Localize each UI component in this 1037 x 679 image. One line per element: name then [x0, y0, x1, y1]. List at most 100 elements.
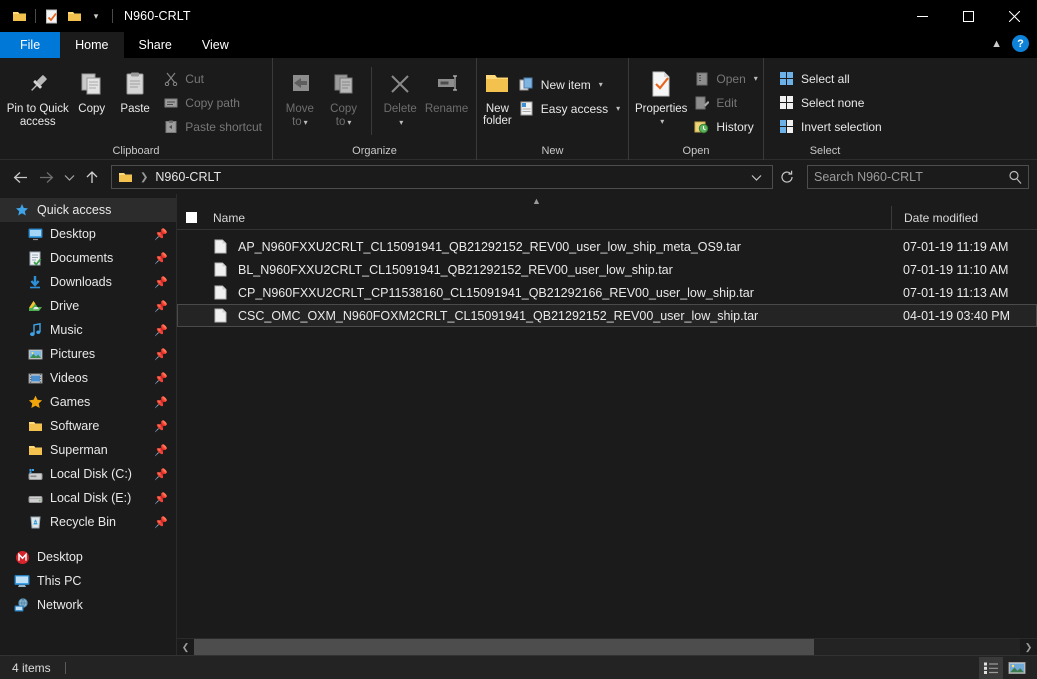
pin-icon[interactable]: 📌	[154, 252, 168, 265]
tab-share[interactable]: Share	[124, 32, 187, 58]
cut-button[interactable]: Cut	[158, 67, 266, 90]
file-name-cell[interactable]: AP_N960FXXU2CRLT_CL15091941_QB21292152_R…	[206, 239, 891, 254]
move-to-button[interactable]: Move to ▾	[279, 63, 321, 129]
checkbox-icon[interactable]	[185, 212, 197, 223]
easy-access-button[interactable]: Easy access ▾	[514, 97, 624, 120]
table-row[interactable]: BL_N960FXXU2CRLT_CL15091941_QB21292152_R…	[177, 258, 1037, 281]
pin-icon[interactable]: 📌	[154, 516, 168, 529]
folder-icon[interactable]	[8, 5, 30, 27]
breadcrumb[interactable]: ❯ N960-CRLT	[111, 165, 773, 189]
pin-icon[interactable]: 📌	[154, 348, 168, 361]
table-row[interactable]: CP_N960FXXU2CRLT_CP11538160_CL15091941_Q…	[177, 281, 1037, 304]
table-row[interactable]: CSC_OMC_OXM_N960FOXM2CRLT_CL15091941_QB2…	[177, 304, 1037, 327]
sidebar-item-label: Music	[50, 323, 83, 337]
sidebar-item-recycle-bin[interactable]: Recycle Bin 📌	[0, 510, 176, 534]
select-none-button[interactable]: Select none	[774, 91, 886, 114]
file-name-cell[interactable]: CSC_OMC_OXM_N960FOXM2CRLT_CL15091941_QB2…	[206, 308, 891, 323]
pin-icon[interactable]: 📌	[154, 492, 168, 505]
scrollbar-thumb[interactable]	[194, 638, 814, 656]
close-icon[interactable]	[991, 0, 1037, 32]
sidebar-item-games[interactable]: Games 📌	[0, 390, 176, 414]
sidebar-item-videos[interactable]: Videos 📌	[0, 366, 176, 390]
sidebar-item-quick-access[interactable]: Quick access	[0, 198, 176, 222]
tab-view[interactable]: View	[187, 32, 244, 58]
select-all-button[interactable]: Select all	[774, 67, 886, 90]
properties-check-icon[interactable]	[41, 5, 63, 27]
sidebar-item-drive[interactable]: Drive 📌	[0, 294, 176, 318]
invert-selection-button[interactable]: Invert selection	[774, 115, 886, 138]
sidebar-item-desktop[interactable]: Desktop 📌	[0, 222, 176, 246]
breadcrumb-dropdown-icon[interactable]	[746, 165, 766, 189]
details-view-icon[interactable]	[979, 657, 1003, 679]
navigation-pane[interactable]: Quick access Desktop 📌 Documents 📌 Downl…	[0, 194, 177, 655]
forward-button[interactable]	[34, 165, 58, 189]
rename-button[interactable]: Rename	[423, 63, 470, 116]
pin-icon[interactable]: 📌	[154, 444, 168, 457]
sidebar-item-pictures[interactable]: Pictures 📌	[0, 342, 176, 366]
recent-locations-button[interactable]	[60, 165, 78, 189]
open-button[interactable]: Open ▾	[689, 67, 761, 90]
new-folder-button[interactable]: New folder	[483, 63, 512, 127]
tab-file[interactable]: File	[0, 32, 61, 58]
tab-home[interactable]: Home	[60, 32, 124, 58]
open-group-label: Open	[682, 145, 710, 157]
sidebar-item-music[interactable]: Music 📌	[0, 318, 176, 342]
horizontal-scrollbar[interactable]: ❮ ❯	[177, 638, 1037, 656]
sidebar-item-label: Local Disk (C:)	[50, 467, 132, 481]
sidebar-item-label: Recycle Bin	[50, 515, 116, 529]
pin-icon[interactable]: 📌	[154, 228, 168, 241]
new-folder-icon[interactable]	[63, 5, 85, 27]
paste-shortcut-button[interactable]: Paste shortcut	[158, 115, 266, 138]
search-input[interactable]	[814, 170, 1008, 184]
search-box[interactable]	[807, 165, 1029, 189]
delete-button[interactable]: Delete ▾	[379, 63, 421, 129]
back-button[interactable]	[8, 165, 32, 189]
scrollbar-track[interactable]	[194, 638, 1020, 656]
pin-icon[interactable]: 📌	[154, 396, 168, 409]
chevron-left-icon[interactable]: ❮	[177, 639, 194, 656]
chevron-up-icon[interactable]: ▲	[991, 38, 1002, 50]
pin-to-quick-access-button[interactable]: Pin to Quick access	[6, 63, 69, 129]
file-name-text: CP_N960FXXU2CRLT_CP11538160_CL15091941_Q…	[238, 285, 754, 300]
sidebar-item-downloads[interactable]: Downloads 📌	[0, 270, 176, 294]
new-item-button[interactable]: New item ▾	[514, 73, 624, 96]
minimize-icon[interactable]	[899, 0, 945, 32]
sidebar-item-documents[interactable]: Documents 📌	[0, 246, 176, 270]
file-name-cell[interactable]: BL_N960FXXU2CRLT_CL15091941_QB21292152_R…	[206, 262, 891, 277]
copy-to-button[interactable]: Copy to ▾	[323, 63, 365, 129]
history-button[interactable]: History	[689, 115, 761, 138]
pin-icon[interactable]: 📌	[154, 372, 168, 385]
sidebar-item-superman[interactable]: Superman 📌	[0, 438, 176, 462]
edit-button[interactable]: Edit	[689, 91, 761, 114]
help-button[interactable]: ?	[1012, 35, 1029, 52]
refresh-icon[interactable]	[775, 165, 799, 189]
search-icon[interactable]	[1008, 170, 1022, 184]
column-header-date-modified[interactable]: Date modified	[892, 211, 1037, 225]
pin-icon[interactable]: 📌	[154, 468, 168, 481]
maximize-icon[interactable]	[945, 0, 991, 32]
table-row[interactable]: AP_N960FXXU2CRLT_CL15091941_QB21292152_R…	[177, 235, 1037, 258]
properties-button[interactable]: Properties ▾	[635, 63, 687, 128]
paste-button[interactable]: Paste	[114, 63, 156, 116]
pin-icon[interactable]: 📌	[154, 276, 168, 289]
customize-qat-chevron-icon[interactable]: ▾	[85, 5, 107, 27]
copy-button[interactable]: Copy	[71, 63, 112, 116]
file-name-cell[interactable]: CP_N960FXXU2CRLT_CP11538160_CL15091941_Q…	[206, 285, 891, 300]
select-all-checkbox-cell[interactable]	[177, 212, 205, 223]
sidebar-item-desktop-root[interactable]: Desktop	[0, 545, 176, 569]
sidebar-item-software[interactable]: Software 📌	[0, 414, 176, 438]
breadcrumb-current[interactable]: N960-CRLT	[155, 170, 221, 184]
chevron-right-icon[interactable]: ❯	[1020, 639, 1037, 656]
column-header-name[interactable]: Name	[205, 205, 892, 230]
sidebar-item-local-disk-e[interactable]: Local Disk (E:) 📌	[0, 486, 176, 510]
pin-icon[interactable]: 📌	[154, 420, 168, 433]
sidebar-item-local-disk-c[interactable]: Local Disk (C:) 📌	[0, 462, 176, 486]
drive-disk-icon	[26, 489, 44, 507]
up-button[interactable]	[80, 165, 104, 189]
sidebar-item-network[interactable]: Network	[0, 593, 176, 617]
copy-path-button[interactable]: Copy path	[158, 91, 266, 114]
pin-icon[interactable]: 📌	[154, 300, 168, 313]
pin-icon[interactable]: 📌	[154, 324, 168, 337]
sidebar-item-this-pc[interactable]: This PC	[0, 569, 176, 593]
large-icons-view-icon[interactable]	[1005, 657, 1029, 679]
